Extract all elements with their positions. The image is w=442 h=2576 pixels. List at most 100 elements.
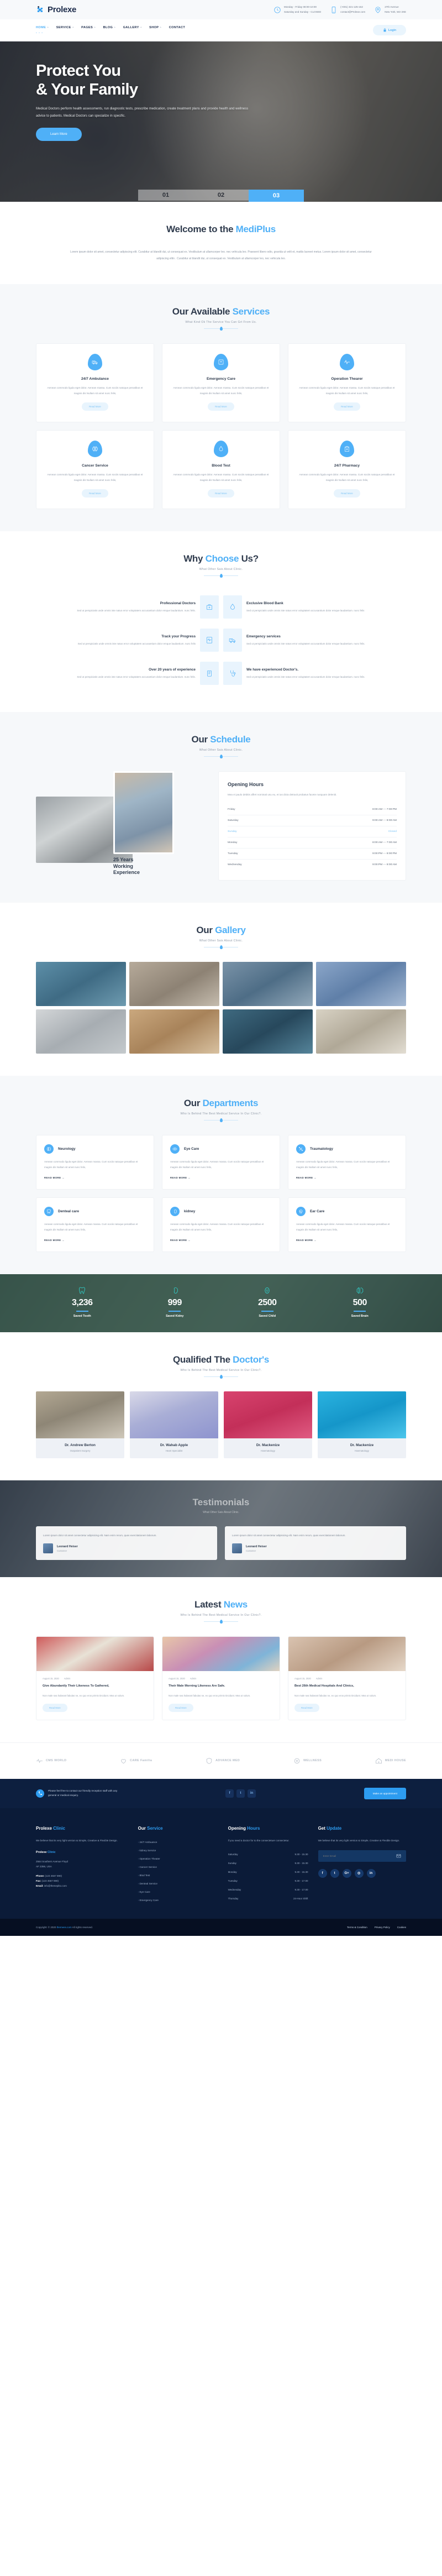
login-button[interactable]: Login xyxy=(372,25,406,35)
service-card[interactable]: Emergency Care Aenean commodo ligula ege… xyxy=(162,343,280,423)
gallery-image[interactable] xyxy=(223,962,313,1007)
news-card[interactable]: August 15, 2020 Admin Give Abundantly The… xyxy=(36,1636,154,1720)
terms-link[interactable]: Terms & Condition xyxy=(347,1926,367,1929)
service-card[interactable]: 24/7 Ambulance Aenean commodo ligula ege… xyxy=(36,343,154,423)
footer-service-link[interactable]: Cancer Service xyxy=(138,1863,218,1871)
nav-item-blog[interactable]: BLOG + xyxy=(103,26,116,29)
nav-item-gallery[interactable]: GALLERY + xyxy=(123,26,142,29)
hero-slide-02[interactable]: 02 xyxy=(193,190,249,201)
doctor-card[interactable]: Dr. Mackenize Haematology xyxy=(318,1391,406,1459)
cookies-link[interactable]: Cookies xyxy=(397,1926,406,1929)
gallery-image[interactable] xyxy=(316,962,406,1007)
facebook-icon[interactable]: f xyxy=(225,1789,234,1798)
hero-learn-more-button[interactable]: Learn More xyxy=(36,127,82,141)
site-logo[interactable]: Prolexe xyxy=(36,5,76,14)
news-read-more-button[interactable]: Read More xyxy=(169,1703,193,1712)
doctor-card[interactable]: Dr. Andrew Berton Outpatient Surgery xyxy=(36,1391,124,1459)
linkedin-icon[interactable]: in xyxy=(248,1789,256,1798)
service-card[interactable]: Cancer Service Aenean commodo ligula ege… xyxy=(36,430,154,510)
department-card[interactable]: Ear Care Aenean commodo ligula eget dolo… xyxy=(288,1197,406,1253)
news-card[interactable]: August 15, 2020 Admin Their Male Morning … xyxy=(162,1636,280,1720)
department-read-more-link[interactable]: READ MORE → xyxy=(170,1176,272,1179)
tooth-icon xyxy=(44,1207,54,1217)
doctor-card[interactable]: Dr. Wahab Apple Heart Specialist xyxy=(130,1391,218,1459)
nav-item-contact[interactable]: CONTACT xyxy=(169,26,185,29)
why-feature-desc: Sed ut perspiciatis unde omnis iste natu… xyxy=(77,609,196,612)
phone-icon xyxy=(330,6,338,14)
testimonial-role: Customer xyxy=(246,1549,256,1552)
privacy-link[interactable]: Privacy Policy xyxy=(375,1926,390,1929)
department-card[interactable]: kidney Aenean commodo ligula eget dolor.… xyxy=(162,1197,280,1253)
facebook-icon[interactable]: f xyxy=(318,1868,327,1878)
news-read-more-button[interactable]: Read More xyxy=(43,1703,67,1712)
linkedin-icon[interactable]: in xyxy=(366,1868,376,1878)
news-headline: Their Male Morning Likeness Are Safe. xyxy=(169,1684,225,1688)
department-card[interactable]: Neurology Aenean commodo ligula eget dol… xyxy=(36,1135,154,1190)
nav-item-home[interactable]: HOME + xyxy=(36,26,49,29)
gallery-image[interactable] xyxy=(36,962,126,1007)
doctor-card[interactable]: Dr. Mackenize Haematology xyxy=(224,1391,312,1459)
nav-item-service[interactable]: SERVICE + xyxy=(56,26,74,29)
service-card[interactable]: Operation Thearer Aenean commodo ligula … xyxy=(288,343,406,423)
nav-slider-dots[interactable]: • • • xyxy=(36,32,185,35)
newsletter-form[interactable] xyxy=(318,1850,406,1862)
gallery-image[interactable] xyxy=(36,1009,126,1054)
service-read-more-button[interactable]: Read More xyxy=(82,402,108,411)
hero-slide-01[interactable]: 01 xyxy=(138,190,193,201)
mail-send-icon[interactable] xyxy=(391,1850,406,1862)
service-name: Operation Thearer xyxy=(331,377,363,381)
department-desc: Aenean commodo ligula eget dolor. Aenean… xyxy=(44,1223,138,1232)
hero-slide-03[interactable]: 03 xyxy=(249,190,304,202)
ambulance-icon xyxy=(88,354,102,370)
department-read-more-link[interactable]: READ MORE → xyxy=(44,1239,146,1242)
footer-service-link[interactable]: kidney Service xyxy=(138,1846,218,1855)
service-read-more-button[interactable]: Read More xyxy=(334,402,360,411)
footer-service-link[interactable]: Operation Theater xyxy=(138,1855,218,1863)
brand-label: MEDI HOUSE xyxy=(385,1759,406,1763)
why-feature-desc: Sed ut perspiciatis unde omnis iste natu… xyxy=(246,609,365,612)
footer-service-link[interactable]: Denteal Service xyxy=(138,1879,218,1888)
news-card[interactable]: August 15, 2020 Admin Best 26th Medical H… xyxy=(288,1636,406,1720)
schedule-time: 8:00:AM --- 7:00:PM xyxy=(372,808,397,811)
department-card[interactable]: Traumatology Aenean commodo ligula eget … xyxy=(288,1135,406,1190)
hero-title-line2: & Your Family xyxy=(36,81,138,99)
service-read-more-button[interactable]: Read More xyxy=(208,489,234,498)
instagram-icon[interactable]: ◎ xyxy=(354,1868,364,1878)
footer-service-link[interactable]: Eye Care xyxy=(138,1888,218,1896)
nav-item-pages[interactable]: PAGES + xyxy=(81,26,96,29)
gallery-image[interactable] xyxy=(129,962,219,1007)
service-card[interactable]: Blood Test Aenean commodo ligula eget do… xyxy=(162,430,280,510)
footer-service-link[interactable]: Emergency Care xyxy=(138,1896,218,1904)
doctors-section: Qualified The Doctor's Who Is Behind The… xyxy=(0,1332,442,1480)
department-read-more-link[interactable]: READ MORE → xyxy=(296,1239,398,1242)
service-card[interactable]: 24/7 Pharmacy Aenean commodo ligula eget… xyxy=(288,430,406,510)
department-read-more-link[interactable]: READ MORE → xyxy=(296,1176,398,1179)
gallery-image[interactable] xyxy=(316,1009,406,1054)
service-read-more-button[interactable]: Read More xyxy=(208,402,234,411)
twitter-icon[interactable]: t xyxy=(330,1868,339,1878)
make-appointment-button[interactable]: Make an appointment xyxy=(364,1787,406,1799)
department-read-more-link[interactable]: READ MORE → xyxy=(44,1176,146,1179)
footer-service-link[interactable]: Blod Test xyxy=(138,1871,218,1879)
service-read-more-button[interactable]: Read More xyxy=(334,489,360,498)
bone-icon xyxy=(296,1144,306,1154)
brand-logo: CMS WORLD xyxy=(36,1757,66,1765)
nav-item-shop[interactable]: SHOP + xyxy=(149,26,162,29)
twitter-icon[interactable]: t xyxy=(236,1789,245,1798)
service-read-more-button[interactable]: Read More xyxy=(82,489,108,498)
newsletter-email-input[interactable] xyxy=(318,1850,391,1862)
google-plus-icon[interactable]: G+ xyxy=(342,1868,351,1878)
schedule-row: Friday 8:00:AM --- 7:00:PM xyxy=(228,804,397,816)
why-feature-title: Track your Progress xyxy=(161,634,196,638)
main-navigation: HOME + SERVICE + PAGES + BLOG + GALLERY … xyxy=(0,19,442,41)
gallery-image[interactable] xyxy=(129,1009,219,1054)
department-card[interactable]: Denteal care Aenean commodo ligula eget … xyxy=(36,1197,154,1253)
clipboard-icon xyxy=(200,662,219,685)
gallery-image[interactable] xyxy=(223,1009,313,1054)
department-read-more-link[interactable]: READ MORE → xyxy=(170,1239,272,1242)
news-read-more-button[interactable]: Read More xyxy=(294,1703,319,1712)
department-card[interactable]: Eye Care Aenean commodo ligula eget dolo… xyxy=(162,1135,280,1190)
footer-service-link[interactable]: 24/7 Ambuance xyxy=(138,1838,218,1846)
chevron-plus-icon: + xyxy=(72,25,75,29)
departments-subtitle: Who Is Behind The Best Medical Service I… xyxy=(180,1112,262,1116)
